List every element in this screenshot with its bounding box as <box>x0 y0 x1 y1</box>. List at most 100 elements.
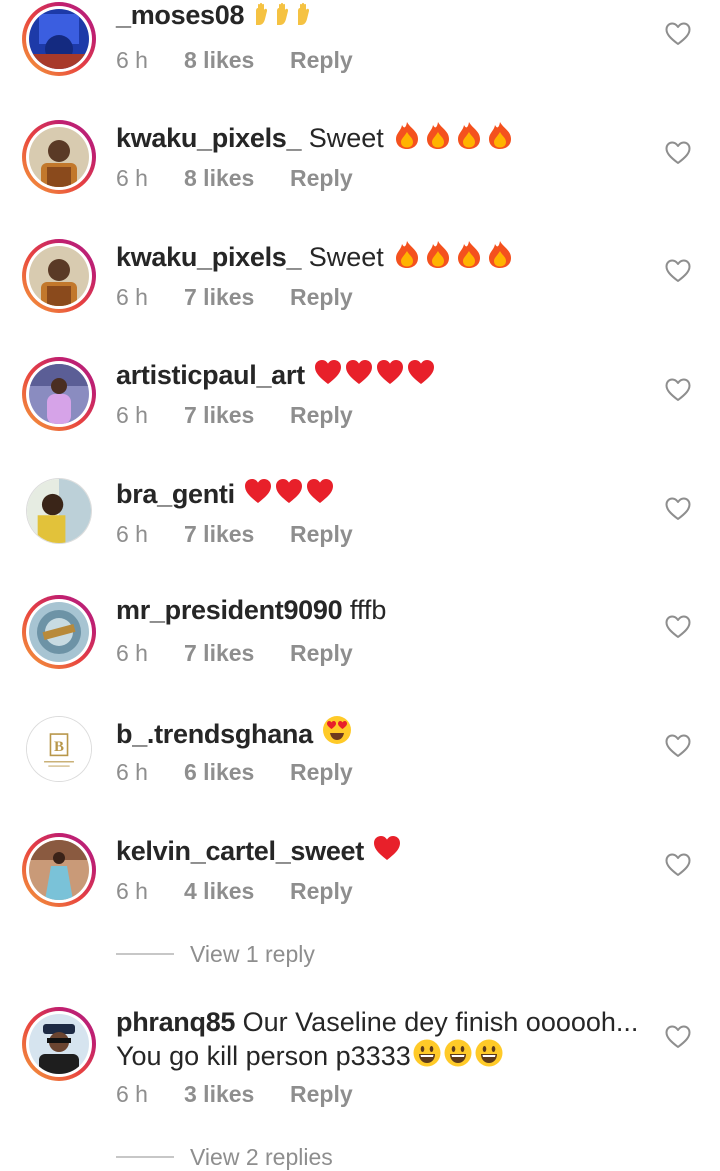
reply-button[interactable]: Reply <box>290 758 353 786</box>
comment-likes[interactable]: 6 likes <box>184 758 290 786</box>
comment-meta: 6 h 7 likes Reply <box>116 283 353 311</box>
comment-time: 6 h <box>116 521 148 547</box>
view-replies-button[interactable]: View 2 replies <box>116 1143 333 1171</box>
comment-likes[interactable]: 4 likes <box>184 877 290 905</box>
avatar[interactable] <box>22 595 96 669</box>
like-heart-icon[interactable] <box>665 615 691 639</box>
comment-text: bra_genti <box>116 476 640 513</box>
reply-button[interactable]: Reply <box>290 283 353 311</box>
comment-item: B b_.trendsghana 6 h 6 likes Reply <box>0 712 720 822</box>
red-heart-emoji-icon <box>372 833 402 870</box>
avatar[interactable] <box>22 120 96 194</box>
comment-text: b_.trendsghana <box>116 714 640 753</box>
comment-item: phranq85 Our Vaseline dey finish oooooh.… <box>0 1005 720 1115</box>
comment-likes[interactable]: 8 likes <box>184 46 290 74</box>
emoji-group <box>252 0 315 30</box>
raised-hands-emoji-icon <box>274 1 294 34</box>
comment-likes[interactable]: 3 likes <box>184 1080 290 1108</box>
comment-item: kwaku_pixels_ Sweet 6 h 8 likes Reply <box>0 118 720 228</box>
emoji-group <box>391 241 515 272</box>
like-heart-icon[interactable] <box>665 141 691 165</box>
fire-emoji-icon <box>454 239 484 276</box>
emoji-group <box>411 1039 504 1071</box>
comment-username[interactable]: bra_genti <box>116 479 235 509</box>
comment-text: _moses08 <box>116 0 640 34</box>
comment-time: 6 h <box>116 165 148 191</box>
like-heart-icon[interactable] <box>665 853 691 877</box>
like-heart-icon[interactable] <box>665 259 691 283</box>
raised-hands-emoji-icon <box>295 1 315 34</box>
comment-time: 6 h <box>116 402 148 428</box>
avatar[interactable]: B <box>26 716 92 782</box>
comment-item: artisticpaul_art 6 h 7 likes Reply <box>0 355 720 465</box>
view-replies-label[interactable]: View 1 reply <box>190 941 315 967</box>
comment-item: _moses08 6 h 8 likes Reply <box>0 0 720 110</box>
comment-username[interactable]: phranq85 <box>116 1007 235 1037</box>
reply-button[interactable]: Reply <box>290 46 353 74</box>
comment-time: 6 h <box>116 640 148 666</box>
comment-time: 6 h <box>116 1081 148 1107</box>
comment-meta: 6 h 3 likes Reply <box>116 1080 353 1108</box>
comment-likes[interactable]: 7 likes <box>184 639 290 667</box>
comment-item: mr_president9090 fffb 6 h 7 likes Reply <box>0 593 720 703</box>
avatar[interactable] <box>22 357 96 431</box>
comment-meta: 6 h 7 likes Reply <box>116 401 353 429</box>
red-heart-emoji-icon <box>243 476 273 513</box>
comment-meta: 6 h 7 likes Reply <box>116 520 353 548</box>
emoji-group <box>320 716 353 749</box>
comment-username[interactable]: artisticpaul_art <box>116 360 305 390</box>
comment-likes[interactable]: 7 likes <box>184 520 290 548</box>
reply-button[interactable]: Reply <box>290 164 353 192</box>
comment-meta: 6 h 6 likes Reply <box>116 758 353 786</box>
reply-button[interactable]: Reply <box>290 877 353 905</box>
like-heart-icon[interactable] <box>665 734 691 758</box>
comment-likes[interactable]: 7 likes <box>184 283 290 311</box>
comment-body-line-2: You go kill person p3333 <box>116 1041 411 1071</box>
comment-time: 6 h <box>116 759 148 785</box>
grinning-face-emoji-icon <box>474 1038 504 1075</box>
comment-text: kelvin_cartel_sweet <box>116 833 640 870</box>
comment-time: 6 h <box>116 284 148 310</box>
divider-line <box>116 952 174 955</box>
avatar[interactable] <box>26 478 92 544</box>
comment-username[interactable]: kelvin_cartel_sweet <box>116 836 364 866</box>
comment-username[interactable]: mr_president9090 <box>116 595 343 625</box>
avatar[interactable] <box>22 1007 96 1081</box>
comment-likes[interactable]: 8 likes <box>184 164 290 192</box>
reply-button[interactable]: Reply <box>290 639 353 667</box>
red-heart-emoji-icon <box>344 357 374 394</box>
avatar[interactable] <box>22 239 96 313</box>
comment-text: kwaku_pixels_ Sweet <box>116 239 640 276</box>
like-heart-icon[interactable] <box>665 378 691 402</box>
reply-button[interactable]: Reply <box>290 401 353 429</box>
like-heart-icon[interactable] <box>665 1025 691 1049</box>
comment-username[interactable]: kwaku_pixels_ <box>116 123 302 153</box>
reply-button[interactable]: Reply <box>290 1080 353 1108</box>
comment-text-line-2: You go kill person p3333 <box>116 1038 640 1075</box>
emoji-group <box>312 360 436 390</box>
fire-emoji-icon <box>423 239 453 276</box>
grinning-face-emoji-icon <box>443 1038 473 1075</box>
fire-emoji-icon <box>392 239 422 276</box>
avatar[interactable] <box>22 2 96 76</box>
comment-item: bra_genti 6 h 7 likes Reply <box>0 474 720 584</box>
avatar[interactable] <box>22 833 96 907</box>
grinning-face-emoji-icon <box>412 1038 442 1075</box>
fire-emoji-icon <box>423 120 453 157</box>
red-heart-emoji-icon <box>375 357 405 394</box>
like-heart-icon[interactable] <box>665 497 691 521</box>
comment-meta: 6 h 4 likes Reply <box>116 877 353 905</box>
red-heart-emoji-icon <box>313 357 343 394</box>
comment-username[interactable]: _moses08 <box>116 0 245 30</box>
emoji-group <box>391 122 515 153</box>
emoji-group <box>371 836 402 866</box>
view-replies-button[interactable]: View 1 reply <box>116 940 315 968</box>
comment-likes[interactable]: 7 likes <box>184 401 290 429</box>
comment-meta: 6 h 8 likes Reply <box>116 46 353 74</box>
comment-username[interactable]: kwaku_pixels_ <box>116 242 302 272</box>
comment-username[interactable]: b_.trendsghana <box>116 719 313 749</box>
fire-emoji-icon <box>454 120 484 157</box>
like-heart-icon[interactable] <box>665 22 691 46</box>
reply-button[interactable]: Reply <box>290 520 353 548</box>
view-replies-label[interactable]: View 2 replies <box>190 1144 333 1170</box>
